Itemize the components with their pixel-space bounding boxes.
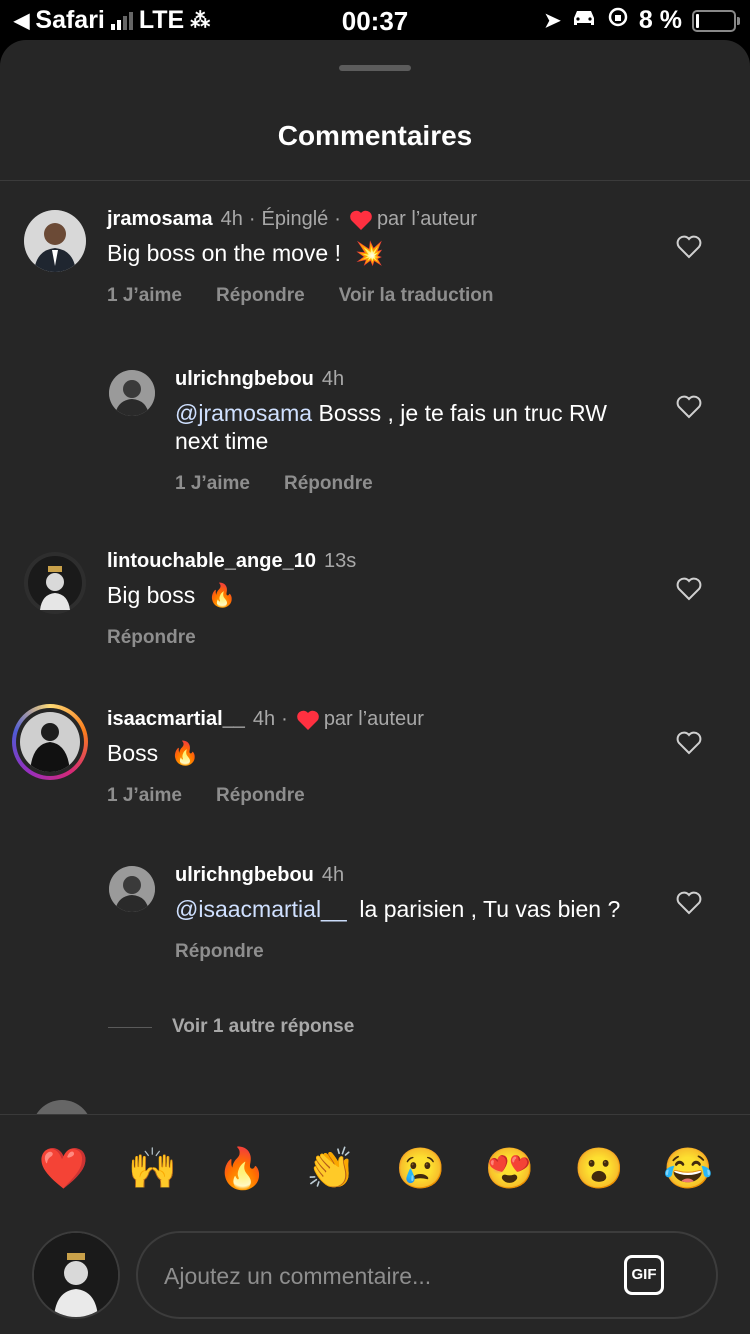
liked-by-author: par l’auteur: [376, 208, 477, 230]
comment-text: @isaacmartial__ la parisien , Tu vas bie…: [175, 895, 645, 923]
quick-reaction-surprised[interactable]: 😮: [574, 1145, 624, 1193]
composer: GIF: [32, 1231, 718, 1321]
battery-icon: [692, 9, 740, 32]
comment-input-wrapper: GIF: [136, 1231, 718, 1319]
quick-reaction-heart[interactable]: ❤️: [39, 1145, 89, 1193]
view-more-line: [108, 1026, 152, 1028]
separator: ·: [248, 208, 256, 230]
red-heart-icon: [350, 210, 372, 230]
avatar: [20, 712, 80, 772]
status-bar: ◀ Safari LTE ⁂ 00:37 ➤ 8 %: [0, 0, 750, 40]
comment-meta: lintouchable_ange_10 13s: [107, 550, 356, 573]
avatar[interactable]: [109, 866, 155, 912]
comment-meta: ulrichngbebou 4h: [175, 368, 645, 391]
sheet-drag-handle[interactable]: [339, 65, 411, 71]
comment-body: ulrichngbebou 4h @isaacmartial__ la pari…: [175, 864, 645, 963]
comment-meta: isaacmartial__ 4h · par l’auteur: [107, 708, 424, 731]
reply-button[interactable]: Répondre: [216, 785, 305, 807]
comment-body: lintouchable_ange_10 13s Big boss 🔥 Répo…: [107, 550, 356, 649]
mention-link[interactable]: @isaacmartial__: [175, 896, 347, 922]
comment-text: Big boss 🔥: [107, 581, 356, 609]
car-icon: [571, 6, 597, 35]
collision-emoji: 💥: [355, 240, 384, 266]
comment-text: Boss 🔥: [107, 739, 424, 767]
avatar[interactable]: [24, 210, 86, 272]
mention-link[interactable]: @jramosama: [175, 400, 312, 426]
comment-time: 4h: [321, 368, 345, 390]
likes-count-button[interactable]: 1 J’aime: [107, 285, 182, 307]
gif-button[interactable]: GIF: [624, 1255, 664, 1295]
username[interactable]: jramosama: [107, 208, 213, 231]
quick-reaction-fire[interactable]: 🔥: [217, 1145, 267, 1193]
avatar[interactable]: [109, 370, 155, 416]
like-heart-icon[interactable]: [676, 890, 702, 916]
liked-by-author: par l’auteur: [323, 708, 424, 730]
username[interactable]: lintouchable_ange_10: [107, 550, 316, 573]
quick-reaction-raised-hands[interactable]: 🙌: [128, 1145, 178, 1193]
location-icon: ➤: [544, 10, 561, 32]
separator: ·: [334, 208, 341, 230]
comment-composer-bar: ❤️ 🙌 🔥 👏 😢 😍 😮 😂 GIF: [0, 1114, 750, 1334]
comment-actions: Répondre: [107, 627, 356, 649]
like-heart-icon[interactable]: [676, 394, 702, 420]
view-more-label[interactable]: Voir 1 autre réponse: [172, 1016, 354, 1038]
comment-text: Big boss on the move ! 💥: [107, 239, 494, 267]
comment-text-content: la parisien , Tu vas bien ?: [346, 896, 621, 922]
header-divider: [0, 180, 750, 181]
comment-text-content: Big boss on the move !: [107, 240, 341, 266]
comment-time: 4h: [321, 864, 345, 886]
likes-count-button[interactable]: 1 J’aime: [107, 785, 182, 807]
like-heart-icon[interactable]: [676, 576, 702, 602]
comment-time: 4h: [220, 208, 243, 230]
comment-text-content: Boss: [107, 740, 159, 766]
quick-reaction-laugh[interactable]: 😂: [663, 1145, 713, 1193]
red-heart-icon: [297, 710, 319, 730]
rotation-lock-icon: [607, 6, 629, 35]
comment-actions: 1 J’aime Répondre: [175, 473, 645, 495]
status-right: ➤ 8 %: [544, 6, 740, 35]
story-ring-avatar[interactable]: [12, 704, 88, 780]
comment-body: jramosama 4h · Épinglé · par l’auteur Bi…: [107, 208, 494, 307]
username[interactable]: isaacmartial__: [107, 708, 245, 731]
quick-reaction-heart-eyes[interactable]: 😍: [485, 1145, 535, 1193]
reply-button[interactable]: Répondre: [175, 941, 264, 963]
likes-count-button[interactable]: 1 J’aime: [175, 473, 250, 495]
avatar[interactable]: [24, 552, 86, 614]
username[interactable]: ulrichngbebou: [175, 864, 314, 887]
comment-actions: Répondre: [175, 941, 645, 963]
quick-reaction-clap[interactable]: 👏: [306, 1145, 356, 1193]
reply-button[interactable]: Répondre: [284, 473, 373, 495]
my-avatar: [32, 1231, 120, 1319]
quick-reaction-cry[interactable]: 😢: [396, 1145, 446, 1193]
comment-time: 4h: [252, 708, 276, 730]
view-more-replies[interactable]: Voir 1 autre réponse: [108, 1016, 354, 1038]
battery-percent: 8 %: [638, 6, 682, 34]
comment-meta: jramosama 4h · Épinglé · par l’auteur: [107, 208, 494, 231]
like-heart-icon[interactable]: [676, 730, 702, 756]
pinned-label: Épinglé: [261, 208, 329, 230]
comments-sheet: Commentaires jramosama 4h · Épinglé · pa…: [0, 40, 750, 1334]
fire-emoji: 🔥: [170, 740, 200, 766]
comment-meta: ulrichngbebou 4h: [175, 864, 645, 887]
comment-body: isaacmartial__ 4h · par l’auteur Boss 🔥 …: [107, 708, 424, 807]
reply-button[interactable]: Répondre: [107, 627, 196, 649]
sheet-title: Commentaires: [277, 120, 473, 151]
fire-emoji: 🔥: [207, 582, 237, 608]
comment-text-content: Big boss: [107, 582, 196, 608]
comment-text: @jramosama Bosss , je te fais un truc RW…: [175, 399, 645, 455]
separator: ·: [281, 708, 288, 730]
see-translation-button[interactable]: Voir la traduction: [339, 285, 494, 307]
like-heart-icon[interactable]: [676, 234, 702, 260]
reply-button[interactable]: Répondre: [216, 285, 305, 307]
comment-input[interactable]: [162, 1233, 606, 1319]
comment-body: ulrichngbebou 4h @jramosama Bosss , je t…: [175, 368, 645, 495]
comment-actions: 1 J’aime Répondre Voir la traduction: [107, 285, 494, 307]
comment-time: 13s: [323, 550, 357, 572]
username[interactable]: ulrichngbebou: [175, 368, 314, 391]
comment-actions: 1 J’aime Répondre: [107, 785, 424, 807]
quick-reactions: ❤️ 🙌 🔥 👏 😢 😍 😮 😂: [0, 1145, 750, 1193]
